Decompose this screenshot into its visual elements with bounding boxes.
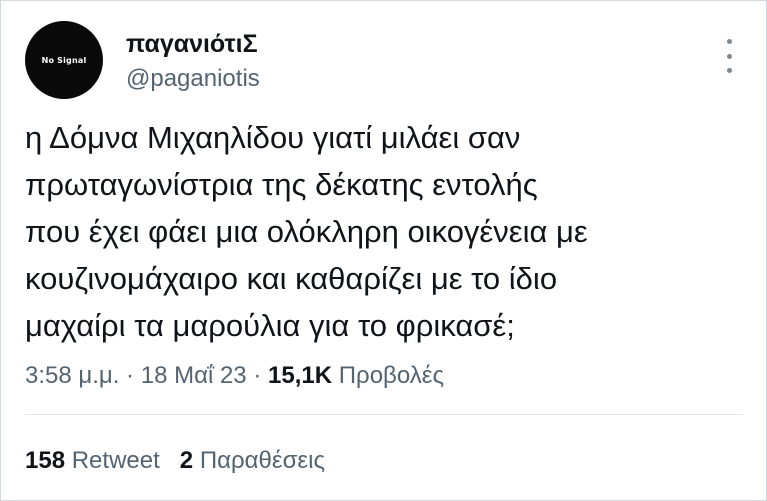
- quotes-stat[interactable]: 2 Παραθέσεις: [180, 447, 325, 474]
- retweets-count: 158: [25, 447, 66, 474]
- engagement-stats: 158 Retweet 2 Παραθέσεις: [25, 446, 325, 476]
- author-handle[interactable]: @paganiotis: [126, 64, 260, 94]
- tweet-card: No Signal παγανιότιΣ @paganiotis η Δόμνα…: [0, 0, 767, 501]
- avatar-label: No Signal: [41, 55, 87, 65]
- more-dot: [726, 68, 732, 73]
- avatar[interactable]: No Signal: [25, 21, 103, 99]
- tweet-time[interactable]: 3:58 μ.μ.: [25, 362, 119, 389]
- tweet-date[interactable]: 18 Μαΐ 23: [141, 362, 247, 389]
- quotes-count: 2: [179, 447, 194, 474]
- divider: [25, 414, 743, 415]
- meta-separator: ·: [126, 362, 135, 389]
- more-options-icon[interactable]: [718, 39, 740, 73]
- meta-separator: ·: [253, 362, 262, 389]
- tweet-meta: 3:58 μ.μ. · 18 Μαΐ 23 · 15,1K Προβολές: [25, 361, 444, 391]
- retweets-stat[interactable]: 158 Retweet: [25, 447, 160, 474]
- views-count: 15,1K: [268, 362, 333, 389]
- more-dot: [726, 39, 732, 44]
- views-label: Προβολές: [338, 362, 445, 389]
- author-display-name[interactable]: παγανιότιΣ: [126, 29, 258, 59]
- tweet-text: η Δόμνα Μιχαηλίδου γιατί μιλάει σαν πρωτ…: [25, 120, 588, 343]
- retweets-label: Retweet: [71, 447, 160, 474]
- more-dot: [726, 53, 732, 59]
- quotes-label: Παραθέσεις: [199, 447, 326, 474]
